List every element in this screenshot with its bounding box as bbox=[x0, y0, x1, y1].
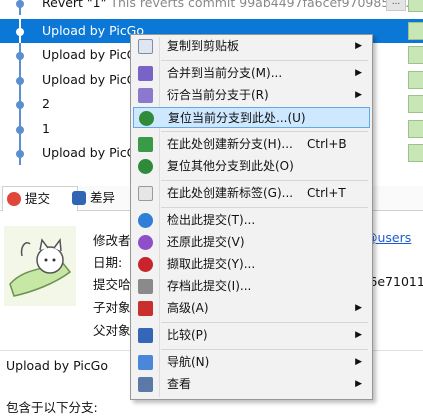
commit-message: Upload by PicGo bbox=[42, 71, 145, 87]
rebase-icon bbox=[138, 88, 153, 103]
commit-title: Upload by PicGo bbox=[6, 358, 109, 373]
avatar bbox=[408, 144, 423, 162]
menu-item-compare[interactable]: 比较(P) ▶ bbox=[133, 325, 370, 346]
tab-label: 差异 bbox=[90, 190, 116, 205]
menu-separator bbox=[161, 131, 368, 132]
avatar bbox=[408, 70, 423, 89]
commit-dot bbox=[16, 0, 24, 8]
author-label: 修改者 bbox=[93, 233, 131, 248]
revert-icon bbox=[138, 235, 153, 250]
submenu-arrow-icon: ▶ bbox=[355, 90, 362, 100]
commit-icon bbox=[7, 192, 21, 206]
menu-item-revert[interactable]: 还原此提交(V) bbox=[133, 232, 370, 253]
archive-icon bbox=[138, 279, 153, 294]
avatar bbox=[408, 119, 423, 138]
children-label: 子对象 bbox=[93, 300, 131, 315]
diff-icon bbox=[72, 191, 86, 205]
copy-icon bbox=[138, 39, 153, 54]
branch-list-label: 包含于以下分支: bbox=[6, 400, 98, 415]
shortcut-label: Ctrl+T bbox=[307, 186, 346, 200]
menu-item-archive[interactable]: 存档此提交(I)... bbox=[133, 276, 370, 297]
compare-icon bbox=[138, 328, 153, 343]
commit-dot bbox=[16, 125, 24, 134]
tag-icon bbox=[138, 186, 153, 201]
avatar bbox=[408, 46, 423, 65]
menu-item-new-tag[interactable]: 在此处创建新标签(G)... Ctrl+T bbox=[133, 183, 370, 204]
tab-label: 提交 bbox=[25, 191, 51, 206]
commit-hash-value: f6e71011 bbox=[365, 274, 423, 289]
branch-icon bbox=[138, 137, 153, 152]
author-avatar-image bbox=[4, 226, 76, 306]
commit-message: 1 bbox=[42, 120, 50, 136]
navigate-icon bbox=[138, 355, 153, 370]
menu-item-view[interactable]: 查看 ▶ bbox=[133, 374, 370, 395]
submenu-arrow-icon: ▶ bbox=[355, 330, 362, 340]
parents-label: 父对象 bbox=[93, 323, 131, 338]
reset-icon bbox=[139, 111, 154, 126]
commit-message: Revert "1" bbox=[42, 0, 107, 10]
menu-item-rebase[interactable]: 衍合当前分支于(R) ▶ bbox=[133, 85, 370, 106]
reset-other-icon bbox=[138, 159, 153, 174]
commit-dot bbox=[16, 101, 24, 110]
commit-dot bbox=[16, 150, 24, 158]
toolbox-icon bbox=[138, 301, 153, 316]
submenu-arrow-icon: ▶ bbox=[355, 357, 362, 367]
commit-row[interactable]: Revert "1" This reverts commit 99ab4497fa… bbox=[0, 0, 423, 16]
date-label: 日期: bbox=[93, 255, 123, 270]
cherry-icon bbox=[138, 257, 153, 272]
menu-item-merge[interactable]: 合并到当前分支(M)... ▶ bbox=[133, 63, 370, 84]
menu-item-new-branch[interactable]: 在此处创建新分支(H)... Ctrl+B bbox=[133, 134, 370, 155]
menu-item-advanced[interactable]: 高级(A) ▶ bbox=[133, 298, 370, 319]
avatar bbox=[408, 0, 423, 12]
menu-separator bbox=[161, 207, 368, 208]
shortcut-label: Ctrl+B bbox=[307, 137, 347, 151]
menu-item-checkout[interactable]: 检出此提交(T)... bbox=[133, 210, 370, 231]
menu-item-cherry-pick[interactable]: 撷取此提交(Y)... bbox=[133, 254, 370, 275]
commit-message: 2 bbox=[42, 96, 50, 112]
menu-separator bbox=[161, 180, 368, 181]
menu-item-reset[interactable]: 复位当前分支到此处...(U) bbox=[133, 107, 370, 128]
tab-commit[interactable]: 提交 bbox=[2, 186, 78, 211]
commit-message: Upload by PicGo bbox=[42, 47, 145, 63]
submenu-arrow-icon: ▶ bbox=[355, 41, 362, 51]
submenu-arrow-icon: ▶ bbox=[355, 379, 362, 389]
menu-separator bbox=[161, 322, 368, 323]
avatar bbox=[408, 95, 423, 114]
commit-dot bbox=[16, 76, 24, 85]
menu-item-copy[interactable]: 复制到剪贴板 ▶ bbox=[133, 36, 370, 57]
menu-separator bbox=[161, 60, 368, 61]
commit-subject: This reverts commit 99ab4497fa6cef970985… bbox=[110, 0, 418, 10]
menu-item-reset-other[interactable]: 复位其他分支到此处(O) bbox=[133, 156, 370, 177]
submenu-arrow-icon: ▶ bbox=[355, 68, 362, 78]
more-button[interactable]: ... bbox=[386, 0, 406, 11]
commit-dot bbox=[16, 52, 24, 61]
checkout-icon bbox=[138, 213, 153, 228]
hash-label: 提交哈 bbox=[93, 277, 131, 292]
menu-item-navigate[interactable]: 导航(N) ▶ bbox=[133, 352, 370, 373]
context-menu: 复制到剪贴板 ▶ 合并到当前分支(M)... ▶ 衍合当前分支于(R) ▶ 复位… bbox=[130, 34, 373, 400]
merge-icon bbox=[138, 66, 153, 81]
avatar bbox=[408, 22, 423, 40]
commit-message: Upload by PicGo bbox=[42, 23, 145, 38]
commit-message: Upload by PicGo bbox=[42, 145, 145, 160]
menu-separator bbox=[161, 349, 368, 350]
submenu-arrow-icon: ▶ bbox=[355, 303, 362, 313]
view-icon bbox=[138, 377, 153, 392]
commit-dot bbox=[16, 28, 24, 36]
